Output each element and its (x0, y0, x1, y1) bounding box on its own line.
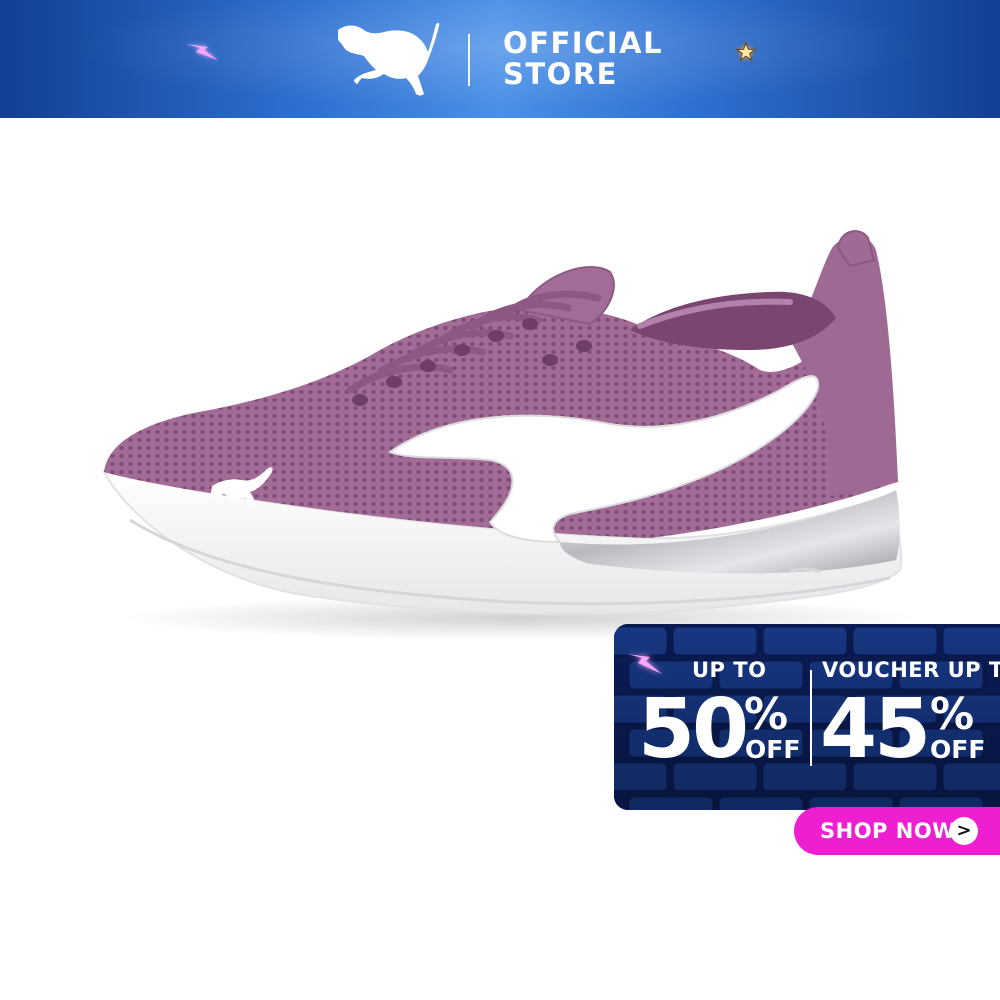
voucher-value: 45 (820, 682, 931, 777)
shop-now-label: SHOP NOW (820, 819, 956, 843)
brand-divider (468, 34, 470, 86)
shop-now-button[interactable]: SHOP NOW > (794, 807, 1000, 855)
promo-divider (810, 670, 812, 766)
official-store-label: OFFICIAL STORE (503, 28, 663, 90)
sneaker-product-image (102, 230, 920, 640)
voucher-block: VOUCHER UP TO 45 % OFF (820, 624, 1000, 810)
store-line-2: STORE (503, 57, 618, 91)
voucher-percent-sign: % (930, 689, 975, 740)
voucher-off-label: OFF (930, 735, 986, 764)
store-header-banner: OFFICIAL STORE (0, 0, 1000, 118)
discount-percent-sign: % (744, 689, 789, 740)
voucher-caption: VOUCHER UP TO (822, 658, 1000, 682)
arrow-right-icon: > (950, 817, 978, 845)
puma-cat-logo-icon (338, 22, 440, 96)
promo-discount-panel: UP TO 50 % OFF VOUCHER UP TO 45 % OFF (614, 624, 1000, 810)
discount-off-label: OFF (745, 735, 801, 764)
discount-caption: UP TO (692, 658, 767, 682)
lightning-spark-icon (628, 654, 662, 674)
discount-value: 50 (638, 682, 749, 777)
lightning-spark-icon (186, 44, 218, 60)
store-line-1: OFFICIAL (503, 26, 664, 60)
star-icon (735, 41, 757, 62)
